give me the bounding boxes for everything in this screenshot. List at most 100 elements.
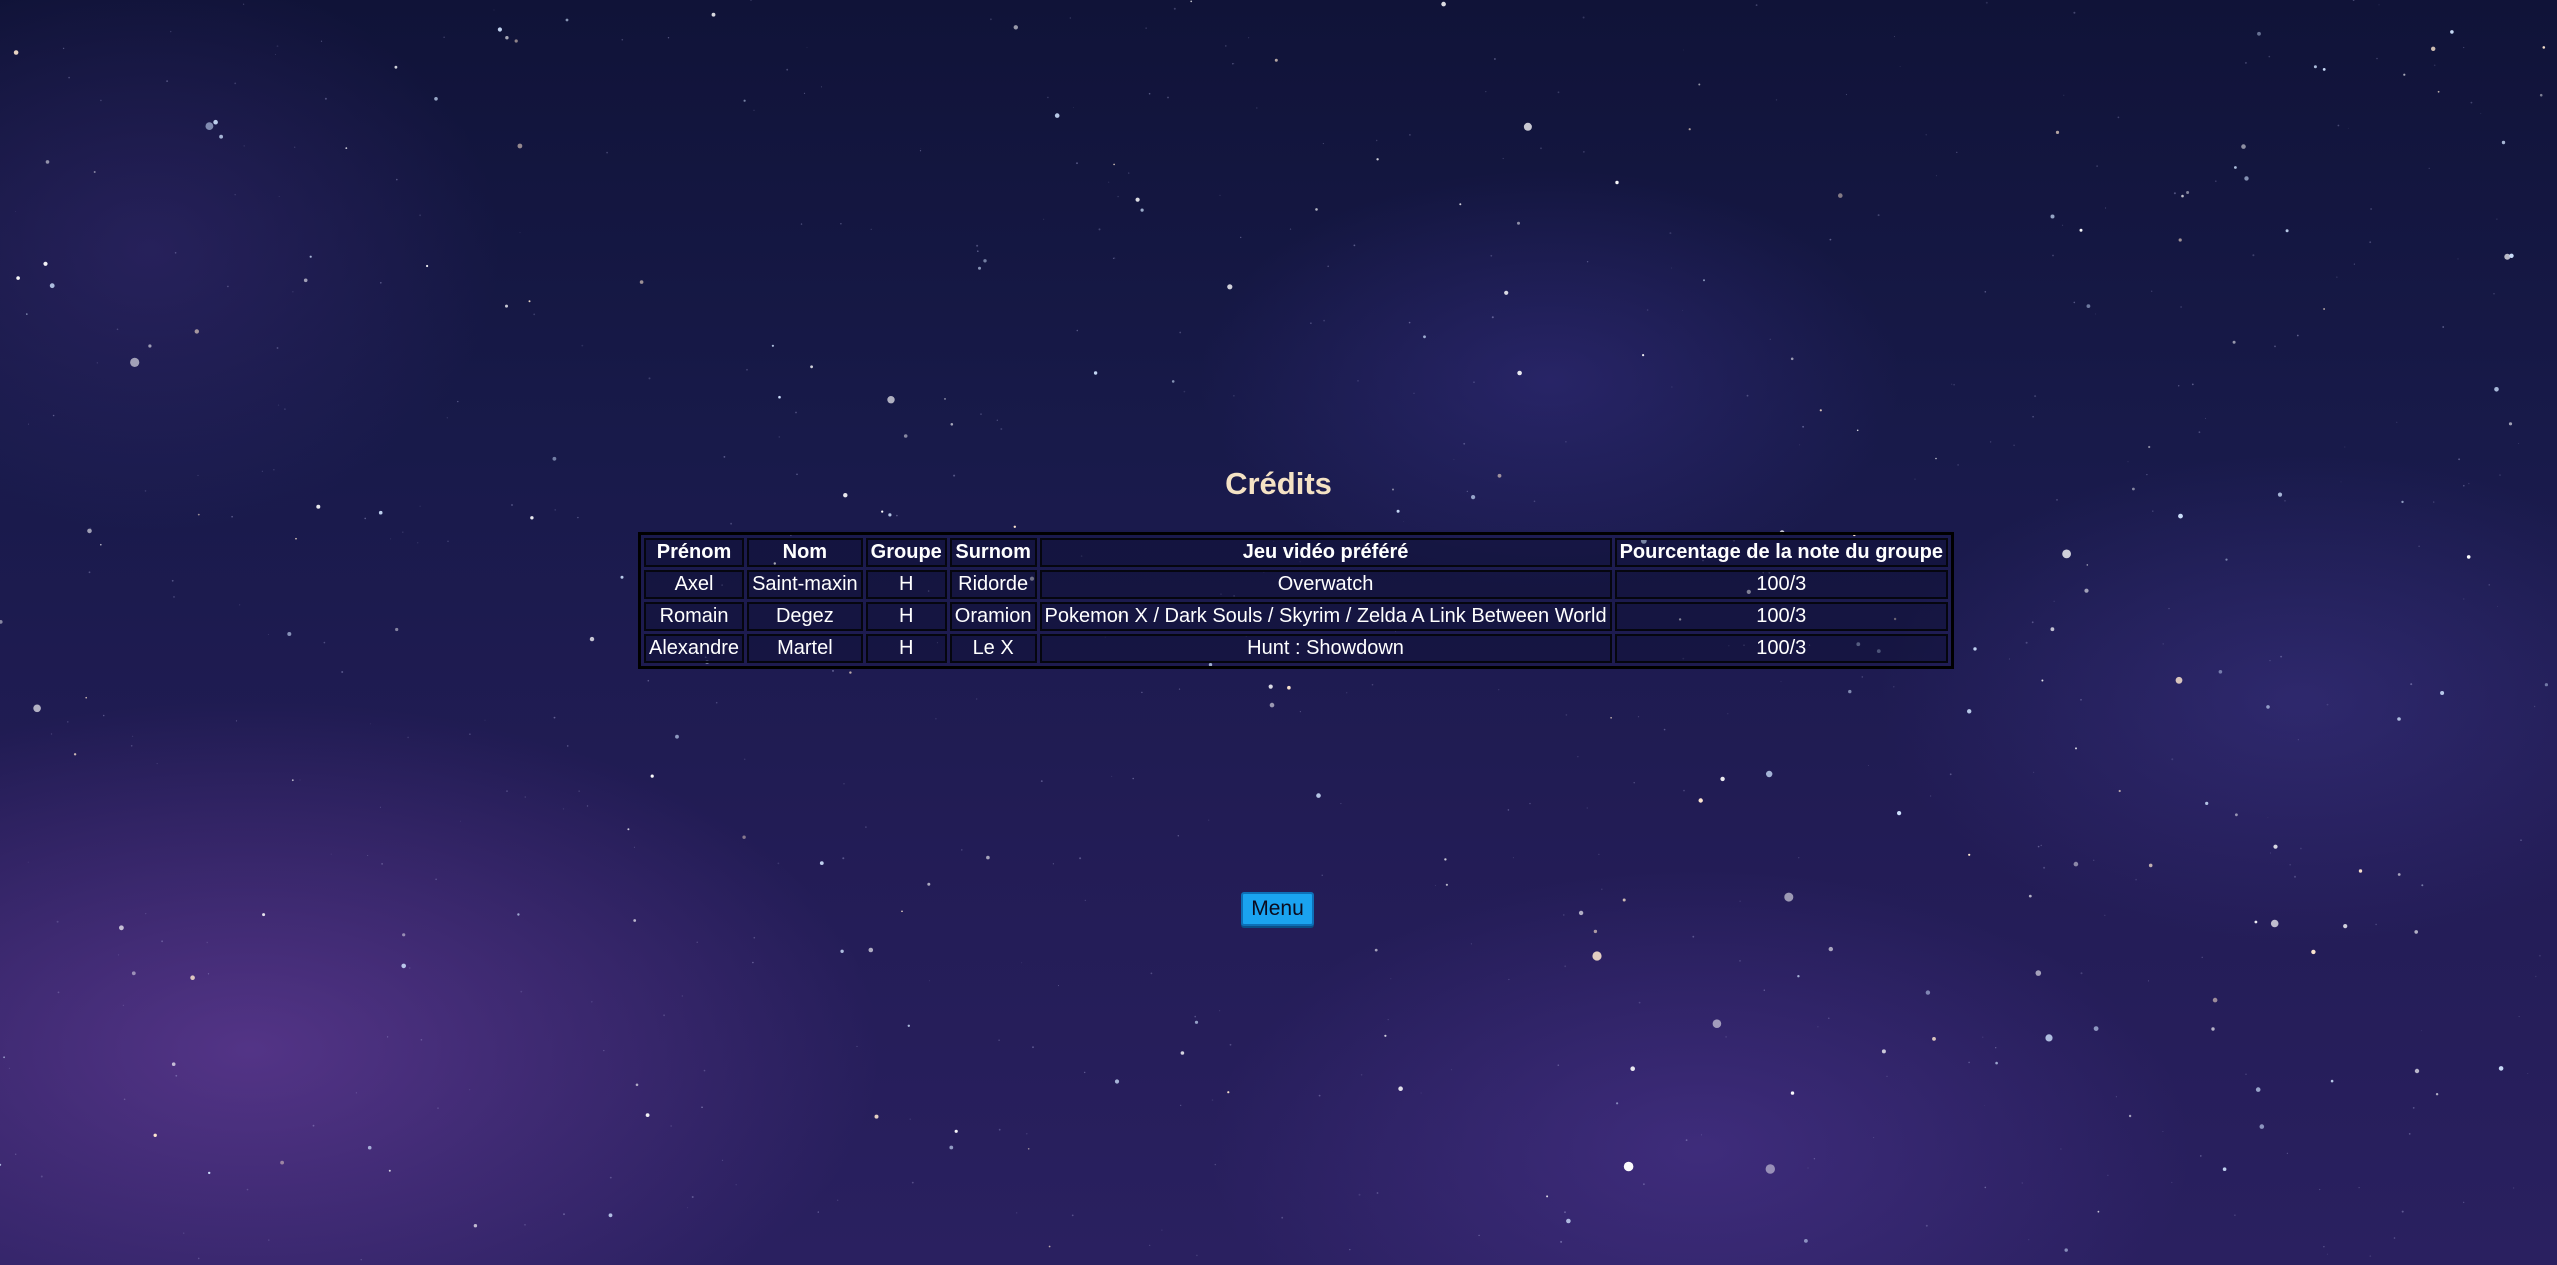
menu-button[interactable]: Menu — [1241, 892, 1314, 926]
star-dust — [437, 1107, 439, 1110]
star-dust — [330, 853, 332, 855]
star-dust — [1685, 1139, 1688, 1141]
star-dust — [443, 36, 445, 38]
star-dust — [100, 99, 102, 102]
star — [87, 528, 92, 534]
star — [950, 423, 954, 426]
star-dust — [2294, 875, 2296, 878]
star — [2232, 340, 2236, 344]
star-dust — [2480, 113, 2482, 114]
star — [1688, 128, 1691, 131]
star-dust — [856, 1045, 858, 1047]
star-dust — [1985, 1, 1988, 4]
star-dust — [2370, 208, 2373, 210]
star-dust — [703, 1069, 706, 1072]
star-dust — [1208, 819, 1210, 821]
star — [45, 160, 50, 164]
star-dust — [2107, 1174, 2109, 1176]
star-dust — [562, 808, 565, 810]
star-dust — [2178, 385, 2180, 387]
star — [1765, 1164, 1776, 1174]
star-dust — [2336, 276, 2338, 278]
star-dust — [15, 211, 17, 212]
star-dust — [1289, 228, 1292, 230]
star-dust — [980, 413, 982, 415]
star-dust — [977, 250, 979, 252]
star-dust — [603, 1049, 605, 1052]
star — [1315, 208, 1318, 211]
star — [2508, 422, 2513, 426]
star-dust — [278, 196, 280, 197]
star — [2466, 555, 2471, 559]
star-dust — [1225, 45, 1227, 47]
star-dust — [1861, 676, 1864, 678]
star-dust — [2033, 771, 2035, 773]
star-dust — [837, 1199, 839, 1201]
cell-nom: Degez — [747, 602, 863, 631]
star-dust — [1196, 1254, 1198, 1257]
star-dust — [1358, 1193, 1361, 1196]
star — [2255, 1087, 2261, 1092]
star-dust — [1601, 888, 1603, 891]
star — [378, 510, 383, 515]
star-dust — [68, 76, 70, 79]
star-dust — [2396, 421, 2398, 423]
star-dust — [469, 1089, 471, 1091]
star-dust — [1925, 134, 1927, 136]
star-dust — [2080, 698, 2082, 701]
star — [742, 835, 746, 839]
star — [1113, 163, 1115, 166]
star — [1423, 335, 1426, 339]
star — [1784, 892, 1794, 902]
star — [2542, 46, 2546, 49]
star — [1566, 1218, 1571, 1224]
star-dust — [2028, 1239, 2030, 1241]
header-pourcentage: Pourcentage de la note du groupe — [1614, 538, 1948, 567]
star-dust — [2073, 301, 2076, 304]
star-dust — [2463, 46, 2465, 49]
star-dust — [2533, 705, 2536, 708]
star — [528, 300, 531, 303]
cell-surnom: Le X — [949, 634, 1037, 663]
star — [633, 919, 637, 922]
star-dust — [2269, 660, 2271, 662]
star-dust — [2352, 0, 2355, 1]
star-dust — [1508, 978, 1510, 981]
star-dust — [102, 714, 105, 717]
star — [620, 575, 624, 579]
star-dust — [2032, 415, 2034, 418]
star-dust — [2034, 395, 2037, 398]
star — [2148, 863, 2153, 868]
star-dust — [590, 1000, 593, 1003]
star-dust — [2135, 878, 2138, 881]
star-dust — [419, 214, 421, 217]
star-dust — [1953, 383, 1955, 386]
star — [2509, 253, 2514, 258]
star-dust — [1310, 322, 1312, 324]
star-dust — [1016, 1212, 1018, 1214]
star-dust — [2470, 101, 2473, 104]
star-dust — [2458, 458, 2461, 461]
star-dust — [2337, 124, 2340, 127]
star-dust — [1669, 232, 1672, 235]
star — [1790, 357, 1794, 361]
star — [2313, 65, 2317, 69]
star — [473, 1224, 478, 1228]
star — [1856, 429, 1859, 432]
star — [1630, 1066, 1635, 1071]
star — [1171, 380, 1175, 383]
star-dust — [533, 313, 536, 316]
header-groupe: Groupe — [865, 538, 947, 567]
star-dust — [1299, 711, 1301, 713]
star — [219, 134, 224, 139]
star-dust — [1498, 689, 1500, 691]
star — [983, 259, 987, 263]
star — [2062, 549, 2072, 559]
star — [505, 304, 508, 308]
star-dust — [806, 47, 808, 48]
star-dust — [1956, 151, 1958, 153]
star-dust — [1453, 458, 1455, 460]
star-dust — [15, 1153, 17, 1155]
star-dust — [2358, 1187, 2360, 1189]
star-dust — [750, 0, 752, 1]
